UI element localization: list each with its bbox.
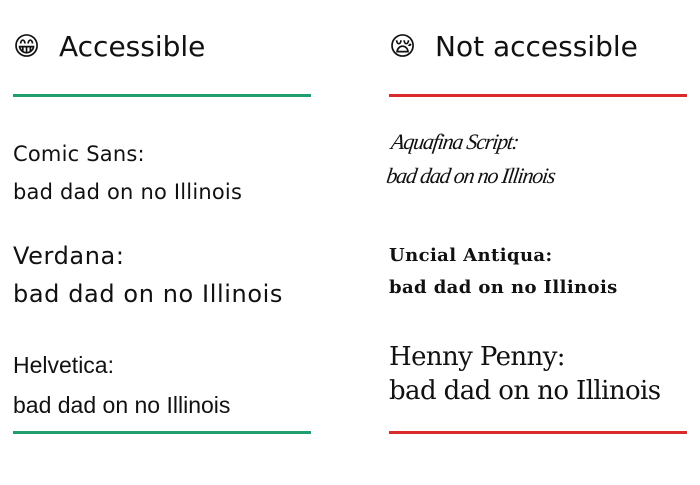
font-name-label: Comic Sans:	[13, 142, 145, 166]
sleepy-face-icon: 😪	[389, 31, 417, 62]
verdana-sample: Verdana: bad dad on no Illinois	[13, 237, 283, 313]
grinning-face-icon: 😁	[13, 31, 41, 62]
not-accessible-heading: 😪 Not accessible	[389, 30, 638, 63]
font-name-label: Henny Penny:	[389, 342, 566, 372]
sample-text: bad dad on no Illinois	[389, 376, 661, 406]
uncial-antiqua-sample: Uncial Antiqua: bad dad on no Illinois	[389, 240, 618, 304]
sample-text: bad dad on no Illinois	[389, 277, 618, 298]
helvetica-sample: Helvetica: bad dad on no Illinois	[13, 345, 230, 425]
sample-text: bad dad on no Illinois	[13, 392, 231, 418]
accessible-top-divider	[13, 94, 311, 97]
font-name-label: Aquafina Script:	[389, 129, 521, 154]
not-accessible-top-divider	[389, 94, 687, 97]
accessible-heading: 😁 Accessible	[13, 30, 205, 63]
henny-penny-sample: Henny Penny: bad dad on no Illinois	[389, 340, 661, 408]
sample-text: bad dad on no Illinois	[13, 280, 284, 308]
font-name-label: Verdana:	[13, 242, 125, 270]
accessible-bottom-divider	[13, 431, 311, 434]
not-accessible-title: Not accessible	[435, 30, 638, 63]
font-name-label: Helvetica:	[13, 352, 114, 378]
comic-sans-sample: Comic Sans: bad dad on no Illinois	[13, 135, 242, 211]
aquafina-script-sample: Aquafina Script: bad dad on no Illinois	[384, 125, 561, 193]
not-accessible-bottom-divider	[389, 431, 687, 434]
sample-text: bad dad on no Illinois	[13, 180, 243, 204]
font-name-label: Uncial Antiqua:	[389, 245, 553, 266]
sample-text: bad dad on no Illinois	[384, 163, 557, 188]
accessible-title: Accessible	[59, 30, 206, 63]
